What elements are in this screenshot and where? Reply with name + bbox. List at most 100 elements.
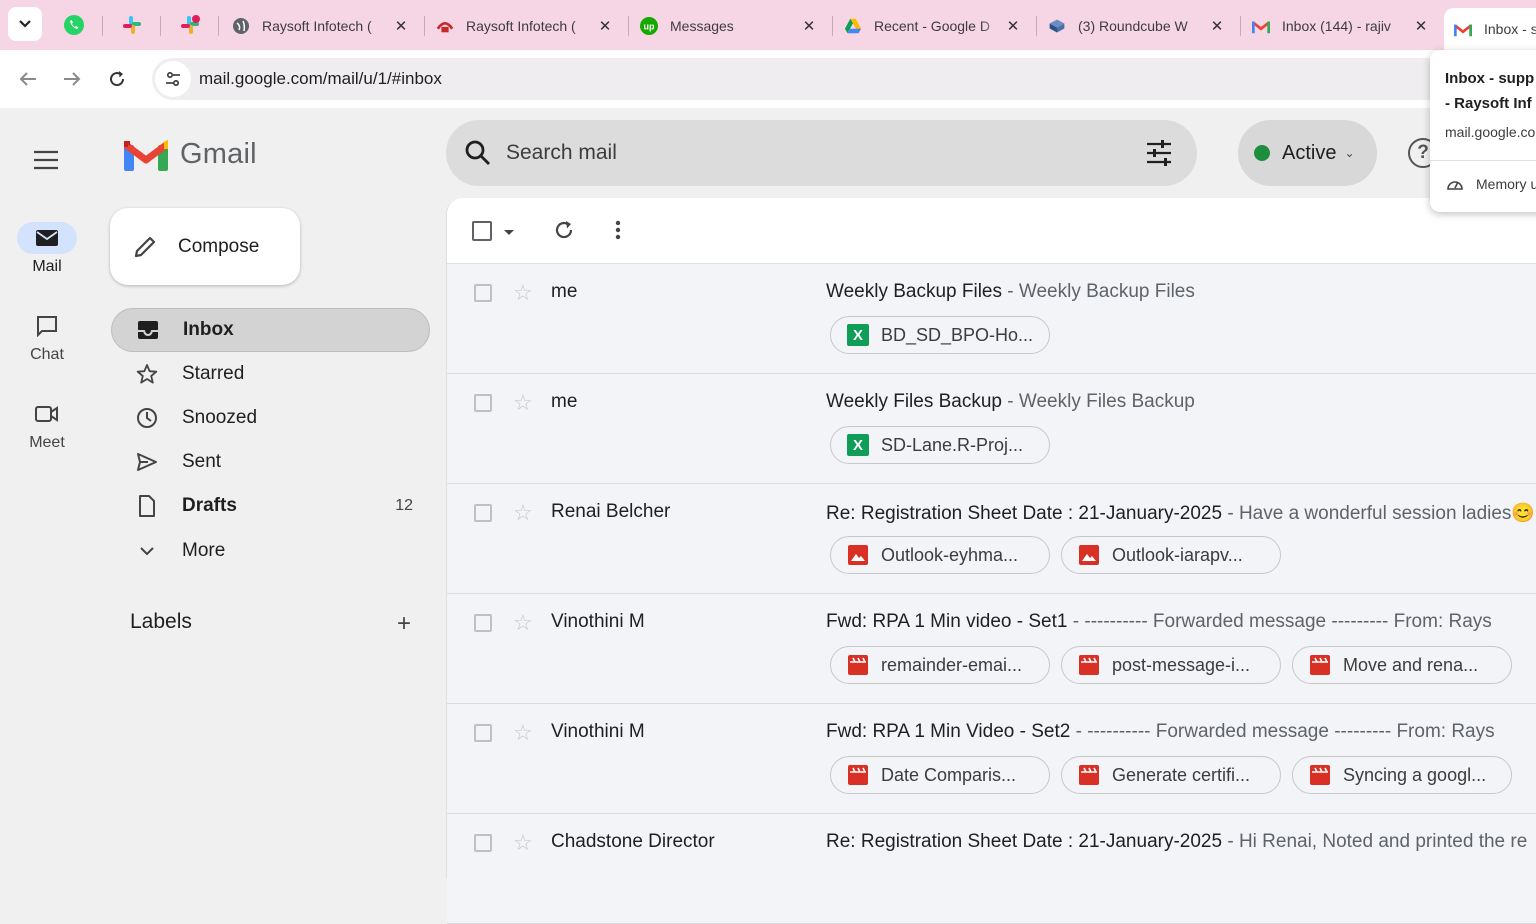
main-menu-button[interactable] (26, 140, 66, 180)
rail-mail[interactable]: Mail (0, 222, 94, 276)
email-row[interactable]: ☆ Vinothini M Fwd: RPA 1 Min Video - Set… (447, 704, 1536, 814)
status-label: Active (1282, 141, 1337, 164)
rail-chat[interactable]: Chat (0, 310, 94, 364)
star-icon[interactable]: ☆ (513, 500, 533, 526)
site-info-icon[interactable] (155, 61, 191, 97)
nav-starred[interactable]: Starred (111, 352, 430, 396)
browser-tab[interactable]: up Messages ✕ (630, 8, 828, 44)
attachment-chip[interactable]: remainder-emai... (830, 646, 1050, 684)
gmail-logo[interactable]: Gmail (124, 138, 257, 171)
attachment-chip[interactable]: Generate certifi... (1061, 756, 1281, 794)
snippet: - ---------- Forwarded message ---------… (1067, 611, 1492, 632)
sender: Chadstone Director (551, 831, 715, 852)
mail-icon (17, 222, 77, 254)
gmail-icon (1454, 20, 1472, 38)
browser-tab[interactable]: Recent - Google D ✕ (834, 8, 1032, 44)
email-row[interactable]: ☆ Chadstone Director Re: Registration Sh… (447, 814, 1536, 924)
search-options-icon[interactable] (1145, 140, 1173, 166)
more-options-button[interactable] (615, 219, 621, 246)
back-button[interactable] (13, 64, 43, 94)
attachment-name: remainder-emai... (881, 654, 1023, 675)
select-all-checkbox[interactable] (472, 221, 492, 241)
browser-tab[interactable]: Raysoft Infotech ( ✕ (426, 8, 624, 44)
snippet: - Weekly Files Backup (1002, 391, 1195, 412)
attachment-chip[interactable]: Syncing a googl... (1292, 756, 1512, 794)
nav-drafts[interactable]: Drafts 12 (111, 484, 430, 528)
sender: Vinothini M (551, 611, 645, 632)
app-rail: Mail Chat Meet (0, 108, 94, 864)
subject-line: Re: Registration Sheet Date : 21-January… (826, 501, 1536, 525)
star-icon[interactable]: ☆ (513, 610, 533, 636)
close-tab-icon[interactable]: ✕ (1004, 17, 1022, 35)
attachment-chip[interactable]: Move and rena... (1292, 646, 1512, 684)
star-icon[interactable]: ☆ (513, 390, 533, 416)
browser-tab[interactable]: Raysoft Infotech ( ✕ (222, 8, 420, 44)
send-icon (135, 452, 159, 472)
row-checkbox[interactable] (474, 284, 492, 302)
close-tab-icon[interactable]: ✕ (800, 17, 818, 35)
search-input[interactable]: Search mail (506, 141, 1145, 165)
sender: me (551, 281, 578, 302)
nav-sent[interactable]: Sent (111, 440, 430, 484)
attachment-chip[interactable]: X SD-Lane.R-Proj... (830, 426, 1050, 464)
attachment-chip[interactable]: Outlook-iarapv... (1061, 536, 1281, 574)
nav-more[interactable]: More (111, 529, 430, 573)
video-file-icon (1309, 654, 1331, 676)
reload-button[interactable] (102, 64, 132, 94)
forward-button[interactable] (57, 64, 87, 94)
email-row[interactable]: ☆ Renai Belcher Re: Registration Sheet D… (447, 484, 1536, 594)
close-tab-icon[interactable]: ✕ (596, 17, 614, 35)
browser-tab[interactable]: Inbox (144) - rajiv ✕ (1242, 8, 1440, 44)
attachment-chip[interactable]: Outlook-eyhma... (830, 536, 1050, 574)
attachment-chip[interactable]: X BD_SD_BPO-Ho... (830, 316, 1050, 354)
video-file-icon (1309, 764, 1331, 786)
star-icon[interactable]: ☆ (513, 830, 533, 856)
nav-snoozed[interactable]: Snoozed (111, 396, 430, 440)
email-row[interactable]: ☆ Vinothini M Fwd: RPA 1 Min video - Set… (447, 594, 1536, 704)
row-checkbox[interactable] (474, 394, 492, 412)
tab-title: Messages (670, 18, 734, 34)
star-icon[interactable]: ☆ (513, 280, 533, 306)
tab-search-dropdown-button[interactable] (8, 7, 42, 41)
nav-sent-label: Sent (182, 451, 222, 472)
attachment-chip[interactable]: Date Comparis... (830, 756, 1050, 794)
labels-heading: Labels (130, 610, 192, 633)
close-tab-icon[interactable]: ✕ (1208, 17, 1226, 35)
pinned-tab-whatsapp[interactable] (54, 8, 94, 42)
address-bar[interactable]: mail.google.com/mail/u/1/#inbox (152, 58, 1536, 100)
attachment-name: Syncing a googl... (1343, 764, 1487, 785)
close-tab-icon[interactable]: ✕ (392, 17, 410, 35)
draft-file-icon (135, 495, 159, 517)
subject: Weekly Files Backup (826, 391, 1002, 412)
status-dropdown[interactable]: Active ⌄ (1238, 120, 1377, 186)
pinned-tab-slack-1[interactable] (112, 8, 152, 42)
row-checkbox[interactable] (474, 834, 492, 852)
row-checkbox[interactable] (474, 614, 492, 632)
close-tab-icon[interactable]: ✕ (1412, 17, 1430, 35)
nav-inbox[interactable]: Inbox (111, 308, 430, 352)
gmail-wordmark: Gmail (180, 138, 257, 170)
search-icon[interactable] (464, 139, 492, 167)
attachment-name: Move and rena... (1343, 654, 1479, 675)
row-checkbox[interactable] (474, 504, 492, 522)
email-row[interactable]: ☆ me Weekly Backup Files - Weekly Backup… (447, 264, 1536, 374)
row-checkbox[interactable] (474, 724, 492, 742)
rail-meet[interactable]: Meet (0, 398, 94, 452)
select-dropdown-icon[interactable] (503, 224, 515, 242)
compose-button[interactable]: Compose (110, 208, 300, 285)
pinned-tab-slack-2[interactable] (170, 8, 210, 42)
email-row[interactable]: ☆ me Weekly Files Backup - Weekly Files … (447, 374, 1536, 484)
attachment-chip[interactable]: post-message-i... (1061, 646, 1281, 684)
add-label-button[interactable]: + (392, 610, 416, 638)
chevron-down-icon: ⌄ (1344, 146, 1355, 160)
google-drive-icon (844, 17, 862, 35)
attachment-name: Date Comparis... (881, 764, 1017, 785)
browser-tab-active[interactable]: Inbox - s (1444, 8, 1536, 50)
clock-icon (135, 407, 159, 429)
inbox-icon (136, 320, 160, 340)
search-bar[interactable]: Search mail (446, 120, 1197, 186)
attachment-name: post-message-i... (1112, 654, 1251, 675)
star-icon[interactable]: ☆ (513, 720, 533, 746)
refresh-button[interactable] (553, 219, 575, 246)
browser-tab[interactable]: (3) Roundcube W ✕ (1038, 8, 1236, 44)
